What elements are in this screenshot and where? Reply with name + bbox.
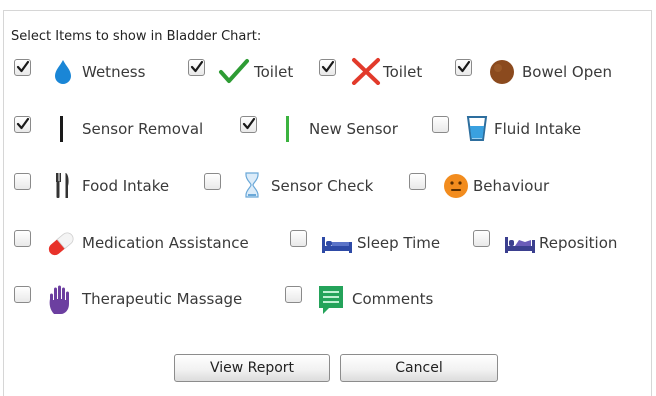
checkbox-food-intake[interactable] bbox=[14, 173, 31, 190]
brown-circle-icon bbox=[490, 60, 514, 84]
panel-title: Select Items to show in Bladder Chart: bbox=[11, 29, 262, 44]
cutlery-icon bbox=[56, 173, 69, 198]
pill-icon bbox=[48, 232, 74, 256]
item-label: Reposition bbox=[539, 234, 618, 252]
green-bar-icon bbox=[286, 116, 289, 142]
items-row-1: Wetness Toilet Toilet Bowel Open bbox=[14, 57, 654, 87]
checkbox-medication-assistance[interactable] bbox=[14, 230, 31, 247]
checkbox-comments[interactable] bbox=[285, 286, 302, 303]
checkbox-wetness[interactable] bbox=[14, 59, 31, 76]
item-label: Therapeutic Massage bbox=[82, 290, 243, 308]
checkmark-icon bbox=[242, 117, 256, 130]
items-row-5: Therapeutic Massage Comments bbox=[14, 284, 654, 314]
item-label: Comments bbox=[352, 290, 434, 308]
water-drop-icon bbox=[55, 60, 71, 84]
item-label: Sensor Check bbox=[271, 177, 374, 195]
checkmark-icon bbox=[321, 60, 335, 73]
checkbox-sleep-time[interactable] bbox=[290, 230, 307, 247]
item-label: Bowel Open bbox=[522, 63, 612, 81]
view-report-button[interactable]: View Report bbox=[174, 354, 330, 382]
checkmark-icon bbox=[16, 60, 30, 73]
black-bar-icon bbox=[60, 116, 63, 142]
checkbox-sensor-removal[interactable] bbox=[14, 116, 31, 133]
item-label: Sleep Time bbox=[357, 234, 441, 252]
checkbox-reposition[interactable] bbox=[473, 230, 490, 247]
bed-reposition-icon bbox=[505, 237, 535, 253]
bed-icon bbox=[322, 237, 352, 253]
checkbox-fluid-intake[interactable] bbox=[432, 116, 449, 133]
items-row-4: Medication Assistance Sleep Time Reposit… bbox=[14, 228, 654, 258]
cancel-button[interactable]: Cancel bbox=[340, 354, 498, 382]
item-label: Wetness bbox=[82, 63, 146, 81]
checkbox-sensor-check[interactable] bbox=[204, 173, 221, 190]
item-label: Toilet bbox=[254, 63, 294, 81]
items-row-2: Sensor Removal New Sensor Fluid Intake bbox=[14, 114, 654, 144]
item-label: Sensor Removal bbox=[82, 120, 204, 138]
checkmark-icon bbox=[16, 117, 30, 130]
checkbox-new-sensor[interactable] bbox=[240, 116, 257, 133]
face-icon bbox=[444, 174, 468, 198]
item-label: Fluid Intake bbox=[494, 120, 582, 138]
item-label: Behaviour bbox=[473, 177, 550, 195]
checkmark-icon bbox=[190, 60, 204, 73]
item-label: Toilet bbox=[383, 63, 423, 81]
checkbox-therapeutic-massage[interactable] bbox=[14, 286, 31, 303]
comment-icon bbox=[319, 286, 343, 314]
item-label: Food Intake bbox=[82, 177, 170, 195]
checkmark-icon bbox=[457, 60, 471, 73]
hand-icon bbox=[49, 285, 69, 314]
checkbox-toilet-tick[interactable] bbox=[188, 59, 205, 76]
red-cross-icon bbox=[352, 58, 380, 85]
hourglass-icon bbox=[245, 172, 259, 198]
checkbox-toilet-cross[interactable] bbox=[319, 59, 336, 76]
item-label: Medication Assistance bbox=[82, 234, 249, 252]
items-row-3: Food Intake Sensor Check Behaviour bbox=[14, 171, 654, 201]
checkbox-bowel-open[interactable] bbox=[455, 59, 472, 76]
glass-icon bbox=[466, 116, 488, 141]
checkbox-behaviour[interactable] bbox=[409, 173, 426, 190]
green-check-icon bbox=[219, 59, 249, 83]
item-label: New Sensor bbox=[309, 120, 398, 138]
